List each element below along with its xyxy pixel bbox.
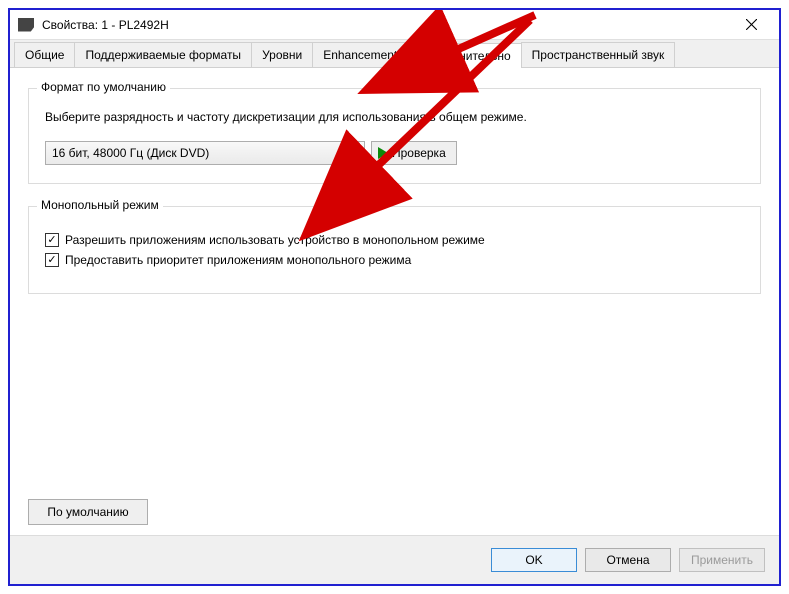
ok-button-label: OK xyxy=(525,553,542,567)
exclusive-priority-label: Предоставить приоритет приложениям моноп… xyxy=(65,253,411,267)
exclusive-mode-legend: Монопольный режим xyxy=(37,198,163,212)
cancel-button[interactable]: Отмена xyxy=(585,548,671,572)
tab-general[interactable]: Общие xyxy=(14,42,75,67)
titlebar: Свойства: 1 - PL2492H xyxy=(10,10,779,40)
format-selected-value: 16 бит, 48000 Гц (Диск DVD) xyxy=(52,146,209,160)
close-icon xyxy=(746,19,757,30)
window-title: Свойства: 1 - PL2492H xyxy=(42,18,731,32)
exclusive-priority-checkbox[interactable] xyxy=(45,253,59,267)
restore-defaults-label: По умолчанию xyxy=(47,505,128,519)
exclusive-allow-checkbox[interactable] xyxy=(45,233,59,247)
apply-button-label: Применить xyxy=(691,553,753,567)
format-row: 16 бит, 48000 Гц (Диск DVD) Проверка xyxy=(45,141,744,165)
restore-defaults-button[interactable]: По умолчанию xyxy=(28,499,148,525)
test-button[interactable]: Проверка xyxy=(371,141,457,165)
tab-strip: Общие Поддерживаемые форматы Уровни Enha… xyxy=(10,40,779,68)
window-icon xyxy=(18,18,34,32)
tab-enhancements[interactable]: Enhancements xyxy=(312,42,414,67)
close-button[interactable] xyxy=(731,11,771,39)
properties-dialog: Свойства: 1 - PL2492H Общие Поддерживаем… xyxy=(8,8,781,586)
exclusive-allow-label: Разрешить приложениям использовать устро… xyxy=(65,233,485,247)
test-button-label: Проверка xyxy=(392,146,446,160)
tab-advanced[interactable]: Дополнительно xyxy=(413,43,521,68)
tab-content: Формат по умолчанию Выберите разрядность… xyxy=(10,68,779,535)
content-spacer xyxy=(28,294,761,491)
default-format-group: Формат по умолчанию Выберите разрядность… xyxy=(28,88,761,184)
play-icon xyxy=(378,147,388,159)
default-format-legend: Формат по умолчанию xyxy=(37,80,170,94)
exclusive-mode-group: Монопольный режим Разрешить приложениям … xyxy=(28,206,761,294)
tab-levels[interactable]: Уровни xyxy=(251,42,313,67)
apply-button[interactable]: Применить xyxy=(679,548,765,572)
default-format-help: Выберите разрядность и частоту дискретиз… xyxy=(45,109,744,125)
format-dropdown[interactable]: 16 бит, 48000 Гц (Диск DVD) xyxy=(45,141,365,165)
tab-supported-formats[interactable]: Поддерживаемые форматы xyxy=(74,42,252,67)
ok-button[interactable]: OK xyxy=(491,548,577,572)
exclusive-allow-row: Разрешить приложениям использовать устро… xyxy=(45,233,744,247)
dialog-footer: OK Отмена Применить xyxy=(10,535,779,584)
exclusive-priority-row: Предоставить приоритет приложениям моноп… xyxy=(45,253,744,267)
tab-spatial-sound[interactable]: Пространственный звук xyxy=(521,42,676,67)
chevron-down-icon xyxy=(350,151,358,156)
cancel-button-label: Отмена xyxy=(606,553,649,567)
